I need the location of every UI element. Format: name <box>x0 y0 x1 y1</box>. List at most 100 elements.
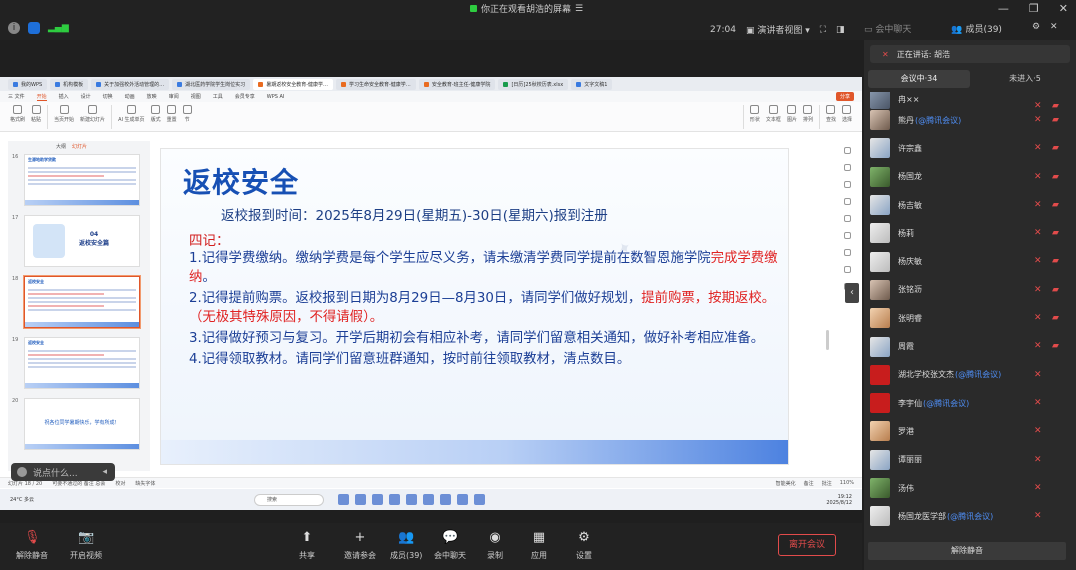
unmute-all-button[interactable]: 解除静音 <box>868 542 1066 560</box>
ribbon-button[interactable]: 查找 <box>826 105 836 128</box>
mic-muted-icon[interactable]: ✕ <box>1034 313 1044 323</box>
ribbon-button[interactable]: 选择 <box>842 105 852 128</box>
thumb-16[interactable]: 16 生源地助学贷款 <box>8 152 150 213</box>
mic-muted-icon[interactable]: ✕ <box>1034 143 1044 153</box>
participant-row[interactable]: 杨国龙医学部 (@腾讯会议) ✕ <box>864 502 1076 530</box>
thumb-17[interactable]: 17 04 返校安全篇 <box>8 213 150 274</box>
tool-icon[interactable] <box>843 266 851 273</box>
panel-close-icon[interactable]: ✕ <box>1050 22 1058 35</box>
sidebar-toggle-icon[interactable]: ◨ <box>836 25 845 35</box>
participant-row[interactable]: 李宇仙 (@腾讯会议) ✕ <box>864 389 1076 417</box>
thumb-20[interactable]: 20 祝各位同学暑期快乐，学有所成！ <box>8 396 150 457</box>
slides-tab[interactable]: 幻灯片 <box>72 143 87 150</box>
mic-muted-icon[interactable]: ✕ <box>1034 511 1044 521</box>
thumb-card[interactable]: 祝各位同学暑期快乐，学有所成！ <box>24 398 140 450</box>
emoji-icon[interactable] <box>17 467 27 477</box>
thumb-card[interactable]: 生源地助学贷款 <box>24 154 140 206</box>
invite-button[interactable]: + 邀请参会 <box>344 530 376 561</box>
wps-tab[interactable]: 文字文稿1 <box>571 78 613 90</box>
camera-off-icon[interactable]: ▰ <box>1052 313 1062 323</box>
close-icon[interactable]: ✕ <box>1059 2 1068 15</box>
menu-item[interactable]: 开始 <box>36 93 47 101</box>
camera-off-icon[interactable]: ▰ <box>1052 143 1062 153</box>
wps-tab[interactable]: 机构模板 <box>50 78 89 90</box>
share-button[interactable]: ⬆ 共享 <box>299 530 315 561</box>
app-icon[interactable] <box>371 494 383 505</box>
mic-muted-icon[interactable]: ✕ <box>1034 200 1044 210</box>
menu-item[interactable]: 工具 <box>213 93 223 100</box>
tool-icon[interactable] <box>843 232 851 239</box>
participant-row[interactable]: 张明睿 ✕ ▰ <box>864 304 1076 332</box>
start-video-button[interactable]: 📷 开启视频 <box>70 530 102 561</box>
menu-icon[interactable]: ☰ <box>575 4 583 14</box>
record-button[interactable]: ◉ 录制 <box>487 530 503 561</box>
participant-row[interactable]: 谭丽丽 ✕ <box>864 446 1076 474</box>
camera-off-icon[interactable]: ▰ <box>1052 200 1062 210</box>
mic-muted-icon[interactable]: ✕ <box>1034 426 1044 436</box>
app-icon[interactable] <box>439 494 451 505</box>
ribbon-button[interactable]: 重置 <box>167 105 177 128</box>
tool-icon[interactable] <box>843 198 851 205</box>
comments-toggle[interactable]: 批注 <box>822 480 832 487</box>
participant-row[interactable]: 杨吉敏 ✕ ▰ <box>864 191 1076 219</box>
ribbon-button[interactable]: 图片 <box>787 105 797 128</box>
participant-row[interactable]: 周霞 ✕ ▰ <box>864 332 1076 360</box>
minimize-icon[interactable]: — <box>998 2 1009 15</box>
unmute-button[interactable]: 🎙 解除静音 <box>16 530 48 561</box>
wps-tab[interactable]: 安全教育-班主任-健康学院 <box>418 78 496 90</box>
ribbon-button[interactable]: 排列 <box>803 105 813 128</box>
menu-item[interactable]: 视图 <box>191 93 201 100</box>
shield-icon[interactable] <box>28 22 40 34</box>
send-icon[interactable]: ◂ <box>102 467 107 477</box>
camera-off-icon[interactable]: ▰ <box>1052 341 1062 351</box>
camera-off-icon[interactable]: ▰ <box>1052 228 1062 238</box>
ribbon-button[interactable]: 形状 <box>750 105 760 128</box>
tool-icon[interactable] <box>843 181 851 188</box>
participant-row[interactable]: 杨国龙 ✕ ▰ <box>864 163 1076 191</box>
ribbon-button[interactable]: 文本框 <box>766 105 781 128</box>
menu-item[interactable]: 审阅 <box>169 93 179 100</box>
tab-not-joined[interactable]: 未进入·5 <box>974 70 1076 88</box>
mic-muted-icon[interactable]: ✕ <box>1034 341 1044 351</box>
editor-scrollbar[interactable] <box>826 330 829 350</box>
mic-muted-icon[interactable]: ✕ <box>1034 285 1044 295</box>
ribbon-button[interactable]: 版式 <box>151 105 161 128</box>
ribbon-button[interactable]: 节 <box>182 105 192 128</box>
members-tab[interactable]: 👥 成员(39) <box>951 22 1002 35</box>
wps-tab[interactable]: 关于加强校外活动管理的… <box>91 78 170 90</box>
menu-item[interactable]: 设计 <box>81 93 91 100</box>
tool-icon[interactable] <box>843 215 851 222</box>
menu-item[interactable]: 切换 <box>103 93 113 100</box>
participant-row[interactable]: 杨莉 ✕ ▰ <box>864 219 1076 247</box>
proof-status[interactable]: 校对 <box>115 480 125 487</box>
system-tray-clock[interactable]: 19:12 2025/8/12 <box>826 494 852 506</box>
chat-button[interactable]: 💬 会中聊天 <box>434 530 466 561</box>
mic-muted-icon[interactable]: ✕ <box>1034 256 1044 266</box>
app-icon[interactable] <box>388 494 400 505</box>
signal-icon[interactable]: ▂▄▆ <box>48 22 69 34</box>
tool-icon[interactable] <box>843 147 851 154</box>
participant-row[interactable]: 罗港 ✕ <box>864 417 1076 445</box>
fullscreen-icon[interactable]: ⛶ <box>820 25 826 35</box>
thumb-19[interactable]: 19 返校安全 <box>8 335 150 396</box>
ribbon-button[interactable]: 新建幻灯片 <box>80 105 105 128</box>
collapse-panel-button[interactable]: ‹ <box>845 283 859 303</box>
chat-tab[interactable]: ▭ 会中聊天 <box>864 22 911 35</box>
wps-tab[interactable]: [日历]25秋校历表.xlsx <box>498 78 569 90</box>
mic-muted-icon[interactable]: ✕ <box>1034 483 1044 493</box>
app-icon[interactable] <box>405 494 417 505</box>
ribbon-button[interactable]: AI 生成单页 <box>118 105 145 128</box>
thumb-card-active[interactable]: 返校安全 <box>24 276 140 328</box>
sharing-banner[interactable]: 你正在观看胡浩的屏幕 ☰ <box>470 2 583 15</box>
mic-muted-icon[interactable]: ✕ <box>1034 370 1044 380</box>
mic-muted-icon[interactable]: ✕ <box>1034 172 1044 182</box>
menu-item[interactable]: WPS AI <box>267 94 285 100</box>
camera-off-icon[interactable]: ▰ <box>1052 115 1062 125</box>
camera-off-icon[interactable]: ▰ <box>1052 285 1062 295</box>
mic-muted-icon[interactable]: ✕ <box>1034 115 1044 125</box>
menu-item[interactable]: 插入 <box>59 93 69 100</box>
members-button[interactable]: 👥 成员(39) <box>390 530 422 561</box>
mic-muted-icon[interactable]: ✕ <box>1034 398 1044 408</box>
tool-icon[interactable] <box>843 164 851 171</box>
slide-canvas[interactable]: ✦ ✦ 返校安全 返校报到时间：2025年8月29日(星期五)-30日(星期六)… <box>160 148 789 465</box>
